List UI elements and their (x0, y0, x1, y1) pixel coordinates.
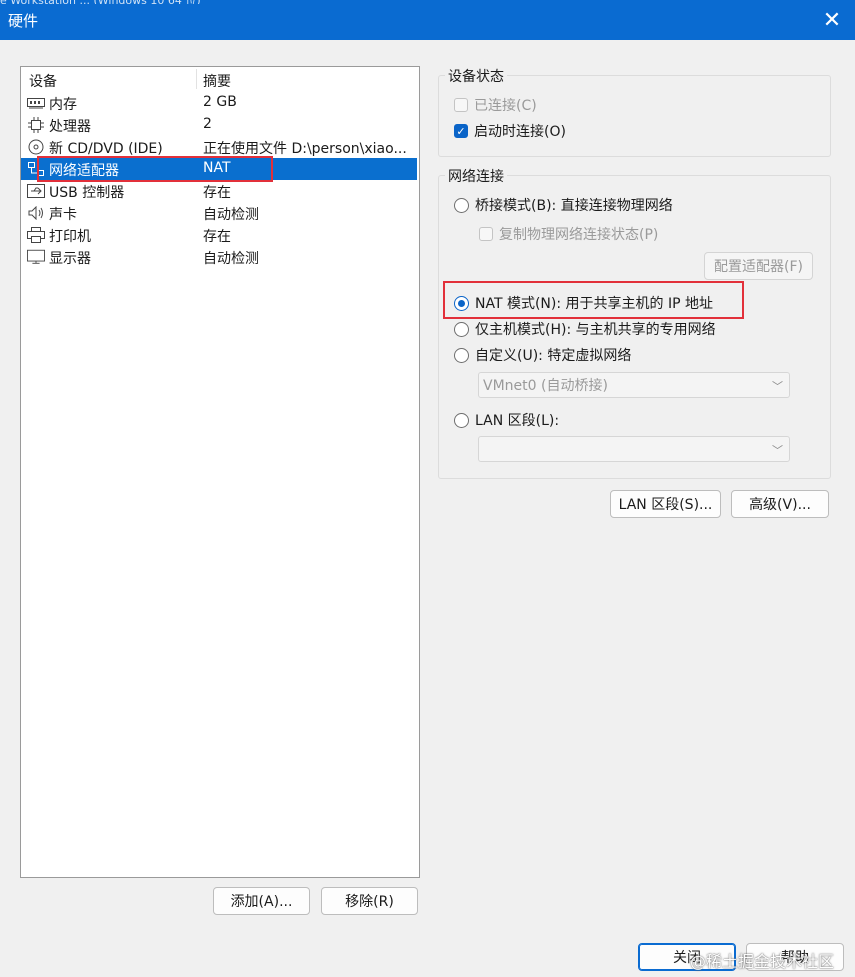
title-bar: e Workstation ... (Windows 10 64 位) 硬件 ✕ (0, 0, 855, 40)
add-device-button[interactable]: 添加(A)... (213, 887, 310, 915)
device-status-group (438, 75, 831, 157)
device-name: 打印机 (49, 229, 91, 245)
printer-icon (27, 227, 45, 243)
window-title-cut: e Workstation ... (Windows 10 64 位) (0, 0, 320, 4)
watermark: @稀土掘金技术社区 (690, 952, 835, 971)
replicate-state-checkbox[interactable]: 复制物理网络连接状态(P) (479, 224, 658, 244)
network-adapter-icon (27, 161, 45, 177)
device-name: 网络适配器 (49, 163, 119, 179)
lan-segments-button[interactable]: LAN 区段(S)... (610, 490, 721, 518)
checkbox-box (454, 98, 468, 112)
window-title: 硬件 (8, 12, 39, 30)
configure-adapters-button[interactable]: 配置适配器(F) (704, 252, 813, 280)
memory-icon (27, 95, 45, 111)
lan-segment-label: LAN 区段(L): (475, 413, 560, 429)
device-summary: 存在 (203, 185, 231, 201)
device-row-usb[interactable]: USB 控制器 存在 (21, 180, 417, 202)
device-name: 内存 (49, 97, 77, 113)
device-name: 处理器 (49, 119, 91, 135)
close-window-button[interactable]: ✕ (817, 6, 847, 34)
lan-segment-select[interactable]: ﹀ (478, 436, 790, 462)
device-row-sound-card[interactable]: 声卡 自动检测 (21, 202, 417, 224)
custom-label: 自定义(U): 特定虚拟网络 (475, 348, 632, 364)
connected-checkbox[interactable]: 已连接(C) (454, 95, 537, 115)
radio-circle-selected (454, 295, 469, 311)
custom-radio[interactable]: 自定义(U): 特定虚拟网络 (454, 345, 631, 365)
chevron-down-icon: ﹀ (772, 444, 783, 457)
bridged-label: 桥接模式(B): 直接连接物理网络 (475, 198, 673, 214)
processor-icon (27, 117, 45, 133)
cd-dvd-icon (27, 139, 45, 155)
chevron-down-icon: ﹀ (772, 380, 783, 393)
replicate-state-label: 复制物理网络连接状态(P) (499, 227, 659, 243)
device-summary: 自动检测 (203, 207, 259, 223)
connect-at-power-on-label: 启动时连接(O) (474, 124, 566, 140)
device-summary: NAT (203, 160, 231, 176)
radio-circle (454, 347, 469, 363)
connected-label: 已连接(C) (474, 98, 537, 114)
usb-icon (27, 183, 45, 199)
nat-radio[interactable]: NAT 模式(N): 用于共享主机的 IP 地址 (454, 293, 713, 313)
radio-circle (454, 412, 469, 428)
host-only-label: 仅主机模式(H): 与主机共享的专用网络 (475, 322, 716, 338)
device-row-printer[interactable]: 打印机 存在 (21, 224, 417, 246)
device-name: USB 控制器 (49, 185, 125, 201)
column-header-summary[interactable]: 摘要 (203, 71, 231, 91)
device-summary: 存在 (203, 229, 231, 245)
checkmark-icon: ✓ (454, 124, 468, 138)
custom-network-select[interactable]: VMnet0 (自动桥接) ﹀ (478, 372, 790, 398)
display-icon (27, 249, 45, 265)
device-row-processor[interactable]: 处理器 2 (21, 114, 417, 136)
device-name: 新 CD/DVD (IDE) (49, 141, 163, 157)
device-status-label: 设备状态 (445, 66, 507, 86)
connect-at-power-on-checkbox[interactable]: ✓ 启动时连接(O) (454, 121, 566, 141)
radio-circle (454, 321, 469, 337)
device-summary: 2 GB (203, 94, 237, 110)
advanced-button[interactable]: 高级(V)... (731, 490, 829, 518)
column-header-device[interactable]: 设备 (29, 71, 57, 91)
host-only-radio[interactable]: 仅主机模式(H): 与主机共享的专用网络 (454, 319, 716, 339)
device-list[interactable]: 设备 摘要 内存 2 GB 处理器 2 新 CD/DVD (IDE) 正在使用文… (20, 66, 420, 878)
device-list-header: 设备 摘要 (21, 67, 419, 91)
custom-network-value: VMnet0 (自动桥接) (483, 378, 608, 394)
lan-segment-radio[interactable]: LAN 区段(L): (454, 410, 559, 430)
column-separator[interactable] (196, 69, 197, 89)
network-connection-label: 网络连接 (445, 166, 507, 186)
device-row-memory[interactable]: 内存 2 GB (21, 92, 417, 114)
device-summary: 正在使用文件 D:\person\xiao... (203, 141, 407, 157)
close-icon: ✕ (822, 7, 842, 33)
bridged-radio[interactable]: 桥接模式(B): 直接连接物理网络 (454, 195, 673, 215)
device-row-cd-dvd[interactable]: 新 CD/DVD (IDE) 正在使用文件 D:\person\xiao... (21, 136, 417, 158)
nat-label: NAT 模式(N): 用于共享主机的 IP 地址 (475, 296, 713, 312)
device-row-display[interactable]: 显示器 自动检测 (21, 246, 417, 268)
device-row-network-adapter[interactable]: 网络适配器 NAT (21, 158, 417, 180)
device-summary: 2 (203, 116, 212, 132)
radio-circle (454, 197, 469, 213)
sound-card-icon (27, 205, 45, 221)
device-name: 显示器 (49, 251, 91, 267)
device-name: 声卡 (49, 207, 77, 223)
checkbox-box (479, 227, 493, 241)
device-summary: 自动检测 (203, 251, 259, 267)
remove-device-button[interactable]: 移除(R) (321, 887, 418, 915)
